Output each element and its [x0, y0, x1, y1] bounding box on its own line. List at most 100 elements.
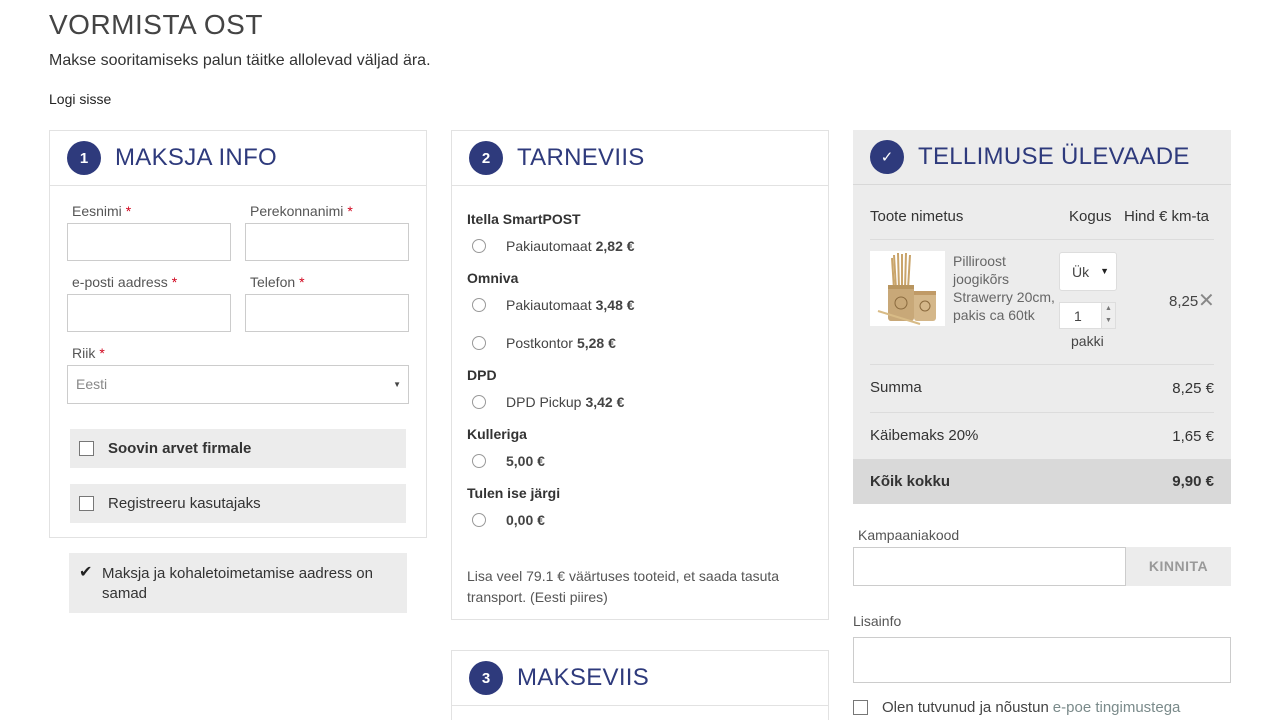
- shipping-header: 2 TARNEVIIS: [452, 131, 828, 186]
- payment-header: 3 MAKSEVIIS: [452, 651, 828, 706]
- divider: [870, 364, 1214, 365]
- order-overview-header: ✓ TELLIMUSE ÜLEVAADE: [853, 130, 1231, 185]
- radio-icon: [472, 395, 486, 409]
- carrier-name: Itella SmartPOST: [467, 211, 581, 227]
- checkmark-icon: ✔: [79, 564, 93, 581]
- quantity-stepper[interactable]: 1 ▲ ▼: [1059, 302, 1116, 329]
- terms-checkbox[interactable]: Olen tutvunud ja nõustun e-poe tingimust…: [853, 699, 1180, 716]
- carrier-name: DPD: [467, 367, 497, 383]
- product-image[interactable]: [870, 251, 945, 326]
- promo-code-input[interactable]: [853, 547, 1126, 586]
- country-select-value: Eesti: [76, 376, 108, 392]
- unit-select-value: Ük: [1072, 264, 1090, 280]
- payment-title: MAKSEVIIS: [517, 664, 650, 691]
- chevron-down-icon: ▼: [393, 380, 401, 389]
- payer-info-title: MAKSJA INFO: [115, 144, 277, 171]
- email-label: e-posti aadress *: [72, 274, 178, 290]
- order-overview-title: TELLIMUSE ÜLEVAADE: [918, 143, 1190, 170]
- last-name-field[interactable]: [245, 223, 409, 261]
- checkbox-icon: [79, 496, 94, 511]
- shipping-option-label: Pakiautomaat: [506, 238, 592, 254]
- shipping-panel: 2 TARNEVIIS Itella SmartPOST Pakiautomaa…: [451, 130, 829, 620]
- shipping-option-price: 3,48 €: [595, 297, 635, 313]
- shipping-option-price: 0,00 €: [506, 512, 545, 528]
- shipping-option-price: 5,28 €: [576, 335, 616, 351]
- same-address-checkbox[interactable]: ✔ Maksja ja kohaletoimetamise aadress on…: [69, 553, 407, 613]
- subtotal-label: Summa: [870, 379, 922, 396]
- column-price: Hind € km-ta: [1124, 208, 1210, 225]
- extra-info-label: Lisainfo: [853, 613, 902, 629]
- shipping-option[interactable]: Postkontor 5,28 €: [472, 335, 616, 351]
- total-value: 9,90 €: [1172, 473, 1214, 490]
- subtotal-value: 8,25 €: [1172, 380, 1214, 397]
- radio-icon: [472, 336, 486, 350]
- shipping-option[interactable]: 5,00 €: [472, 453, 545, 469]
- radio-icon: [472, 513, 486, 527]
- carrier-name: Tulen ise järgi: [467, 485, 561, 501]
- shipping-option-label: Postkontor: [506, 335, 573, 351]
- total-label: Kõik kokku: [870, 473, 951, 490]
- column-quantity: Kogus: [1069, 208, 1112, 225]
- shipping-option[interactable]: DPD Pickup 3,42 €: [472, 394, 624, 410]
- page-title: VORMISTA OST: [49, 9, 263, 40]
- item-price: 8,25: [1169, 293, 1199, 310]
- shipping-option-label: Pakiautomaat: [506, 297, 592, 313]
- invoice-company-label: Soovin arvet firmale: [108, 440, 252, 457]
- step-3-badge: 3: [469, 661, 503, 695]
- shipping-option-label: DPD Pickup: [506, 394, 582, 410]
- divider: [870, 412, 1214, 413]
- shipping-option[interactable]: Pakiautomaat 3,48 €: [472, 297, 635, 313]
- vat-label: Käibemaks 20%: [870, 427, 979, 444]
- page-subtitle: Makse sooritamiseks palun täitke allolev…: [49, 52, 431, 69]
- radio-icon: [472, 239, 486, 253]
- country-label: Riik *: [72, 345, 105, 361]
- shipping-title: TARNEVIIS: [517, 144, 645, 171]
- chevron-down-icon: ▼: [1100, 266, 1109, 276]
- payer-info-header: 1 MAKSJA INFO: [50, 131, 426, 186]
- radio-icon: [472, 298, 486, 312]
- first-name-label: Eesnimi *: [72, 203, 132, 219]
- carrier-name: Kulleriga: [467, 426, 527, 442]
- close-icon[interactable]: ✕: [1198, 291, 1215, 311]
- step-1-badge: 1: [67, 141, 101, 175]
- radio-icon: [472, 454, 486, 468]
- login-link[interactable]: Logi sisse: [49, 91, 111, 107]
- email-field[interactable]: [67, 294, 231, 332]
- extra-info-textarea[interactable]: [853, 637, 1231, 683]
- same-address-label: Maksja ja kohaletoimetamise aadress on s…: [102, 565, 373, 602]
- checkbox-icon: [79, 441, 94, 456]
- total-row: Kõik kokku 9,90 €: [853, 459, 1231, 504]
- shipping-option[interactable]: 0,00 €: [472, 512, 545, 528]
- first-name-field[interactable]: [67, 223, 231, 261]
- register-checkbox[interactable]: Registreeru kasutajaks: [70, 484, 406, 523]
- free-shipping-note: Lisa veel 79.1 € väärtuses tooteid, et s…: [467, 568, 780, 605]
- terms-text: Olen tutvunud ja nõustun: [882, 699, 1049, 716]
- payment-panel: 3 MAKSEVIIS: [451, 650, 829, 720]
- checkbox-icon: [853, 700, 868, 715]
- carrier-name: Omniva: [467, 270, 519, 286]
- shipping-option-price: 2,82 €: [595, 238, 635, 254]
- shipping-option-price: 3,42 €: [585, 394, 625, 410]
- vat-value: 1,65 €: [1172, 428, 1214, 445]
- country-select[interactable]: Eesti ▼: [67, 365, 409, 404]
- terms-link[interactable]: e-poe tingimustega: [1053, 699, 1181, 716]
- payer-info-panel: 1 MAKSJA INFO Eesnimi * Perekonnanimi * e-…: [49, 130, 427, 538]
- quantity-value: 1: [1074, 308, 1082, 324]
- phone-field[interactable]: [245, 294, 409, 332]
- promo-code-label: Kampaaniakood: [858, 527, 960, 543]
- step-2-badge: 2: [469, 141, 503, 175]
- quantity-unit: pakki: [1071, 333, 1104, 349]
- divider: [870, 239, 1214, 240]
- invoice-company-checkbox[interactable]: Soovin arvet firmale: [70, 429, 406, 468]
- last-name-label: Perekonnanimi *: [250, 203, 353, 219]
- shipping-option-price: 5,00 €: [506, 453, 545, 469]
- unit-select[interactable]: Ük ▼: [1059, 252, 1117, 291]
- order-overview-panel: ✓ TELLIMUSE ÜLEVAADE Toote nimetus Kogus…: [853, 130, 1231, 504]
- shipping-option[interactable]: Pakiautomaat 2,82 €: [472, 238, 635, 254]
- register-label: Registreeru kasutajaks: [108, 495, 261, 512]
- column-product: Toote nimetus: [870, 208, 964, 225]
- check-icon: ✓: [870, 140, 904, 174]
- spinner-arrows-icon[interactable]: ▲ ▼: [1101, 303, 1115, 328]
- promo-confirm-button[interactable]: KINNITA: [1126, 547, 1231, 586]
- product-name[interactable]: Pilliroost joogikõrs Strawerry 20cm, pak…: [953, 252, 1059, 324]
